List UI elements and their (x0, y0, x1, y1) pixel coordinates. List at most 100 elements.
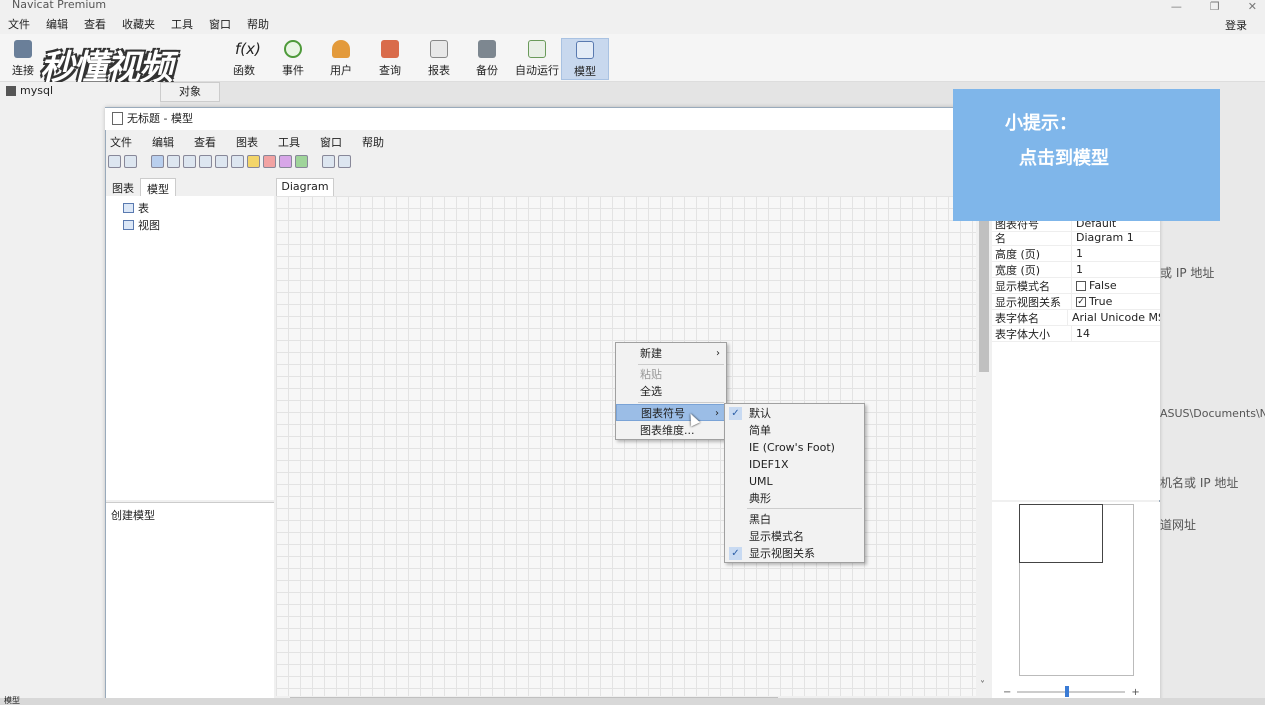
view-icon[interactable] (199, 155, 212, 168)
property-value: 1 (1076, 247, 1083, 260)
ribbon-event-button[interactable]: 事件 (270, 38, 316, 80)
property-row[interactable]: 显示视图关系 ✓ True (992, 294, 1160, 310)
tip-title: 小提示： (1005, 113, 1077, 134)
properties-panel: 图表符号 Default 名 Diagram 1 高度 (页) 1 宽度 (页) 1 显… (992, 196, 1160, 500)
scroll-down-icon[interactable]: ˅ (980, 680, 985, 691)
ribbon-query-button[interactable]: 查询 (367, 38, 413, 80)
ribbon-user-button[interactable]: 用户 (318, 38, 364, 80)
ribbon-autorun-button[interactable]: 自动运行 (512, 38, 562, 80)
model-menu-edit[interactable]: 编辑 (148, 134, 184, 150)
model-menu-help[interactable]: 帮助 (358, 134, 394, 150)
property-key: 名 (992, 230, 1072, 245)
tree-item-tables[interactable]: 表 (123, 200, 149, 216)
property-value-text: True (1089, 295, 1113, 308)
model-menu-diagram[interactable]: 图表 (232, 134, 268, 150)
submenu-item-show-schema[interactable]: 显示模式名 (725, 528, 864, 545)
copy-icon[interactable] (124, 155, 137, 168)
menu-edit[interactable]: 编辑 (38, 16, 76, 32)
zoom-slider-thumb[interactable] (1065, 686, 1070, 697)
layer-icon[interactable] (295, 155, 308, 168)
relation-icon[interactable] (215, 155, 228, 168)
query-icon (381, 40, 399, 58)
scrollbar-thumb[interactable] (979, 200, 989, 372)
pointer-icon[interactable] (151, 155, 164, 168)
property-key: 显示视图关系 (992, 294, 1072, 309)
submenu-item-default[interactable]: ✓ 默认 (725, 405, 864, 422)
database-icon (6, 85, 16, 96)
model-menu-tools[interactable]: 工具 (274, 134, 310, 150)
property-row[interactable]: 表字体大小 14 (992, 326, 1160, 342)
submenu-item-show-view-relations[interactable]: ✓ 显示视图关系 (725, 545, 864, 562)
login-link[interactable]: 登录 (1225, 17, 1247, 33)
ribbon-label: 自动运行 (515, 64, 559, 77)
connection-item-mysql[interactable]: mysql (6, 84, 53, 97)
model-menu-window[interactable]: 窗口 (316, 134, 352, 150)
property-value: 1 (1076, 263, 1083, 276)
image-icon[interactable] (263, 155, 276, 168)
menu-file[interactable]: 文件 (0, 16, 38, 32)
tree-label: 视图 (138, 219, 160, 232)
ribbon-backup-button[interactable]: 备份 (464, 38, 510, 80)
zoom-out-icon[interactable]: − (1003, 687, 1011, 698)
unchecked-checkbox[interactable] (1076, 280, 1086, 291)
menu-favorites[interactable]: 收藏夹 (114, 16, 163, 32)
model-menu-view[interactable]: 查看 (190, 134, 226, 150)
table-icon[interactable] (183, 155, 196, 168)
hand-icon[interactable] (167, 155, 180, 168)
property-value: Diagram 1 (1076, 231, 1134, 244)
submenu-item-ie[interactable]: IE (Crow's Foot) (725, 439, 864, 456)
shape-icon[interactable] (279, 155, 292, 168)
submenu-item-bw[interactable]: 黑白 (725, 511, 864, 528)
note-icon[interactable] (247, 155, 260, 168)
ribbon-report-button[interactable]: 报表 (416, 38, 462, 80)
submenu-item-uml[interactable]: UML (725, 473, 864, 490)
menu-help[interactable]: 帮助 (239, 16, 277, 32)
close-icon[interactable]: ✕ (1248, 0, 1257, 13)
menu-item-diagram-dimensions[interactable]: 图表维度... (616, 422, 726, 439)
zoom-slider[interactable] (1017, 686, 1126, 697)
model-icon (576, 41, 594, 59)
check-icon: ✓ (729, 407, 742, 420)
property-row[interactable]: 高度 (页) 1 (992, 246, 1160, 262)
zoom-in-icon[interactable]: + (1131, 687, 1139, 698)
checked-checkbox[interactable]: ✓ (1076, 296, 1086, 307)
menu-tools[interactable]: 工具 (163, 16, 201, 32)
ribbon-function-button[interactable]: f(x) 函数 (221, 38, 267, 80)
property-value: Arial Unicode MS (1071, 311, 1160, 324)
save-icon[interactable] (108, 155, 121, 168)
tab-diagram[interactable]: 图表 (106, 178, 140, 196)
tree-item-views[interactable]: 视图 (123, 217, 160, 233)
property-row[interactable]: 表字体名 Arial Unicode MS (992, 310, 1160, 326)
menu-view[interactable]: 查看 (76, 16, 114, 32)
tab-objects[interactable]: 对象 (160, 82, 220, 102)
submenu-item-simple[interactable]: 简单 (725, 422, 864, 439)
model-tree: 表 视图 (106, 196, 274, 500)
tab-diagram-1[interactable]: Diagram 1 (276, 178, 334, 209)
menu-item-label: 新建 (640, 347, 662, 360)
ribbon-model-button[interactable]: 模型 (561, 38, 609, 80)
bg-text: 或 IP 地址 (1160, 266, 1215, 280)
distribute-icon[interactable] (338, 155, 351, 168)
menu-item-diagram-notation[interactable]: 图表符号 › (616, 404, 726, 421)
diagram-canvas[interactable] (276, 196, 976, 696)
tab-model[interactable]: 模型 (140, 178, 176, 196)
menu-item-select-all[interactable]: 全选 (616, 383, 726, 400)
menu-item-new[interactable]: 新建 › (616, 345, 726, 362)
property-row[interactable]: 显示模式名 False (992, 278, 1160, 294)
property-row[interactable]: 名 Diagram 1 (992, 230, 1160, 246)
create-model-label: 创建模型 (111, 509, 155, 522)
minimize-icon[interactable]: — (1171, 0, 1182, 13)
zoom-control: − + (1003, 686, 1153, 698)
overview-viewport[interactable] (1019, 504, 1103, 563)
text-icon[interactable] (231, 155, 244, 168)
model-menu-file[interactable]: 文件 (106, 134, 142, 150)
menu-window[interactable]: 窗口 (201, 16, 239, 32)
property-row[interactable]: 宽度 (页) 1 (992, 262, 1160, 278)
align-icon[interactable] (322, 155, 335, 168)
ribbon-label: 函数 (233, 64, 255, 77)
bg-text: 机名或 IP 地址 (1160, 476, 1239, 490)
submenu-item-idef1x[interactable]: IDEF1X (725, 456, 864, 473)
submenu-item-classic[interactable]: 典形 (725, 490, 864, 507)
maximize-icon[interactable]: ❐ (1210, 0, 1220, 13)
menu-item-label: 默认 (749, 407, 771, 420)
